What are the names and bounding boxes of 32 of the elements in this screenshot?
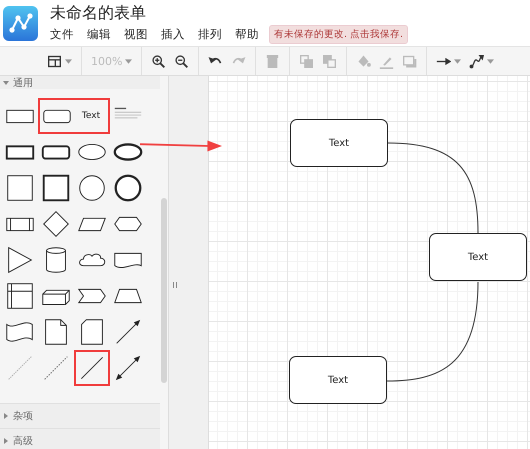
- menu-item[interactable]: 插入: [161, 26, 185, 42]
- to-front-icon: [299, 54, 314, 68]
- rounded-shape-icon[interactable]: [38, 98, 74, 134]
- section-header[interactable]: 通用: [0, 76, 160, 89]
- layout-icon: [47, 54, 62, 68]
- resize-handle-icon[interactable]: [173, 282, 177, 288]
- section-header[interactable]: 高级: [0, 428, 160, 449]
- menu-item[interactable]: 文件: [50, 26, 74, 42]
- delete-icon: [265, 54, 280, 68]
- menu-item[interactable]: 排列: [198, 26, 222, 42]
- app-logo: [3, 6, 38, 40]
- caret-icon: [3, 413, 9, 419]
- document-title[interactable]: 未命名的表单: [50, 2, 408, 22]
- line-shape-icon[interactable]: [74, 350, 110, 386]
- zoom-out-icon: [174, 54, 190, 68]
- caret-icon: [3, 80, 9, 86]
- text-shape[interactable]: Text: [74, 98, 110, 134]
- zoom-in-icon: [151, 54, 166, 68]
- menu-item[interactable]: 视图: [124, 26, 148, 42]
- menu-item[interactable]: 编辑: [87, 26, 111, 42]
- menu-item[interactable]: 帮助: [235, 26, 259, 42]
- unsaved-changes-notice[interactable]: 有未保存的更改. 点击我保存.: [269, 24, 408, 44]
- to-back-icon: [322, 54, 338, 68]
- waypoints-icon: [469, 54, 484, 68]
- fill-icon: [356, 54, 372, 68]
- shadow-icon: [402, 54, 418, 68]
- diagram-node[interactable]: Text: [289, 356, 387, 404]
- connector-curve[interactable]: [388, 142, 478, 234]
- diagram-node[interactable]: Text: [429, 233, 527, 281]
- section-header[interactable]: 杂项: [0, 403, 160, 428]
- diagram-node[interactable]: Text: [290, 119, 388, 167]
- caret-icon: [3, 438, 9, 444]
